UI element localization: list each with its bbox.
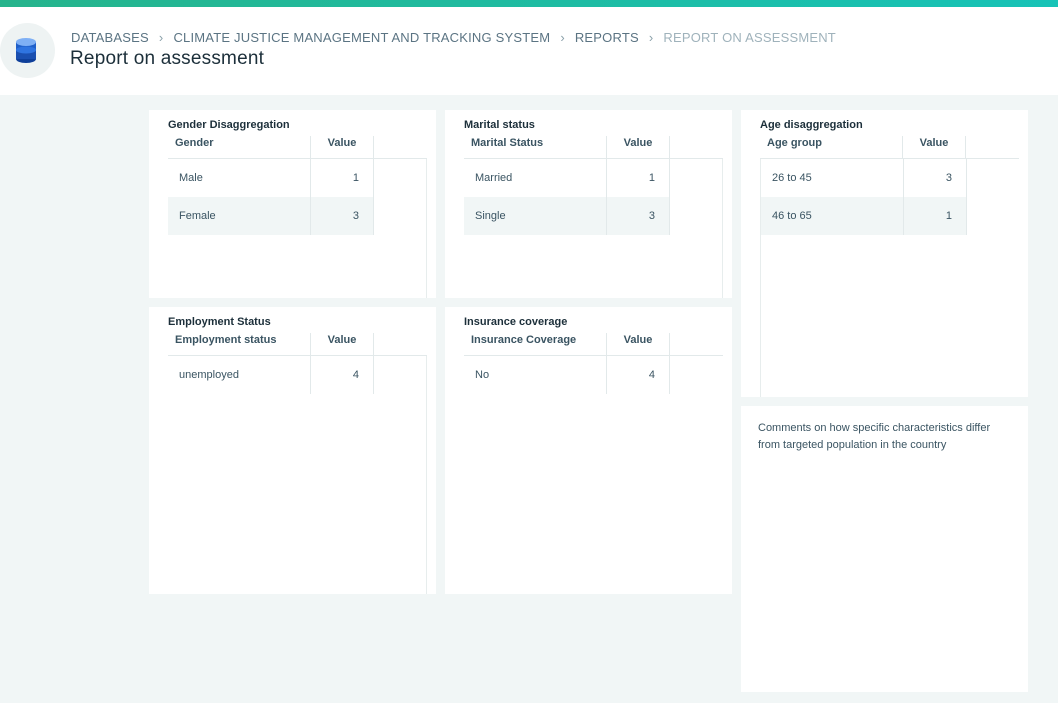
breadcrumb-climate-justice-system[interactable]: CLIMATE JUSTICE MANAGEMENT AND TRACKING …: [173, 30, 550, 45]
column-header-value[interactable]: Value: [311, 333, 374, 355]
cell-age-group: 26 to 45: [761, 159, 904, 197]
column-header-employment-status[interactable]: Employment status: [168, 333, 311, 355]
table-row[interactable]: Single 3: [464, 197, 670, 235]
chevron-right-icon: ›: [158, 30, 164, 45]
marital-table: Marital Status Value Married 1 Single 3: [464, 136, 723, 298]
table-row[interactable]: 26 to 45 3: [761, 159, 967, 197]
employment-table: Employment status Value unemployed 4: [168, 333, 427, 594]
column-header-value[interactable]: Value: [607, 136, 670, 158]
table-header: Employment status Value: [168, 333, 427, 356]
chevron-right-icon: ›: [648, 30, 654, 45]
page-header: DATABASES › CLIMATE JUSTICE MANAGEMENT A…: [0, 7, 1058, 95]
column-header-value[interactable]: Value: [903, 136, 966, 158]
column-header-insurance-coverage[interactable]: Insurance Coverage: [464, 333, 607, 355]
database-icon: [16, 38, 36, 63]
cell-value: 4: [607, 356, 670, 394]
database-avatar: [0, 23, 55, 78]
table-body: unemployed 4: [168, 356, 427, 594]
table-row[interactable]: 46 to 65 1: [761, 197, 967, 235]
cell-value: 1: [904, 197, 967, 235]
breadcrumb-current: REPORT ON ASSESSMENT: [663, 30, 836, 45]
cell-insurance-coverage: No: [464, 356, 607, 394]
column-header-gender[interactable]: Gender: [168, 136, 311, 158]
table-header: Insurance Coverage Value: [464, 333, 723, 356]
cell-value: 3: [311, 197, 374, 235]
column-header-age-group[interactable]: Age group: [760, 136, 903, 158]
card-title: Marital status: [464, 119, 535, 131]
column-header-value[interactable]: Value: [311, 136, 374, 158]
cell-value: 4: [311, 356, 374, 394]
breadcrumb-databases[interactable]: DATABASES: [71, 30, 149, 45]
table-body: 26 to 45 3 46 to 65 1: [760, 159, 1019, 397]
card-title: Gender Disaggregation: [168, 119, 290, 131]
cell-employment-status: unemployed: [168, 356, 311, 394]
table-row[interactable]: Female 3: [168, 197, 374, 235]
breadcrumb: DATABASES › CLIMATE JUSTICE MANAGEMENT A…: [71, 30, 836, 45]
table-row[interactable]: unemployed 4: [168, 356, 374, 394]
card-title: Employment Status: [168, 316, 271, 328]
cell-value: 3: [904, 159, 967, 197]
gender-disaggregation-card: Gender Disaggregation Gender Value Male …: [149, 110, 436, 298]
table-body: No 4: [464, 356, 723, 394]
column-header-marital-status[interactable]: Marital Status: [464, 136, 607, 158]
table-header: Age group Value: [760, 136, 1019, 159]
comments-card: Comments on how specific characteristics…: [741, 406, 1028, 692]
table-header: Gender Value: [168, 136, 427, 159]
cell-gender: Male: [168, 159, 311, 197]
top-accent-bar: [0, 0, 1058, 7]
table-row[interactable]: Male 1: [168, 159, 374, 197]
page-title: Report on assessment: [70, 48, 265, 69]
age-disaggregation-card: Age disaggregation Age group Value 26 to…: [741, 110, 1028, 397]
cell-value: 3: [607, 197, 670, 235]
cell-value: 1: [311, 159, 374, 197]
table-body: Married 1 Single 3: [464, 159, 723, 298]
insurance-coverage-card: Insurance coverage Insurance Coverage Va…: [445, 307, 732, 594]
cell-marital-status: Single: [464, 197, 607, 235]
cell-age-group: 46 to 65: [761, 197, 904, 235]
chevron-right-icon: ›: [560, 30, 565, 45]
age-table: Age group Value 26 to 45 3 46 to 65 1: [760, 136, 1019, 397]
insurance-table: Insurance Coverage Value No 4: [464, 333, 723, 594]
employment-status-card: Employment Status Employment status Valu…: [149, 307, 436, 594]
cell-value: 1: [607, 159, 670, 197]
column-header-value[interactable]: Value: [607, 333, 670, 355]
marital-status-card: Marital status Marital Status Value Marr…: [445, 110, 732, 298]
cell-gender: Female: [168, 197, 311, 235]
gender-table: Gender Value Male 1 Female 3: [168, 136, 427, 298]
table-body: Male 1 Female 3: [168, 159, 427, 298]
breadcrumb-reports[interactable]: REPORTS: [575, 30, 639, 45]
card-title: Insurance coverage: [464, 316, 568, 328]
card-title: Age disaggregation: [760, 119, 863, 131]
cell-marital-status: Married: [464, 159, 607, 197]
table-row[interactable]: Married 1: [464, 159, 670, 197]
comments-text: Comments on how specific characteristics…: [758, 422, 991, 451]
table-header: Marital Status Value: [464, 136, 723, 159]
table-row[interactable]: No 4: [464, 356, 670, 394]
